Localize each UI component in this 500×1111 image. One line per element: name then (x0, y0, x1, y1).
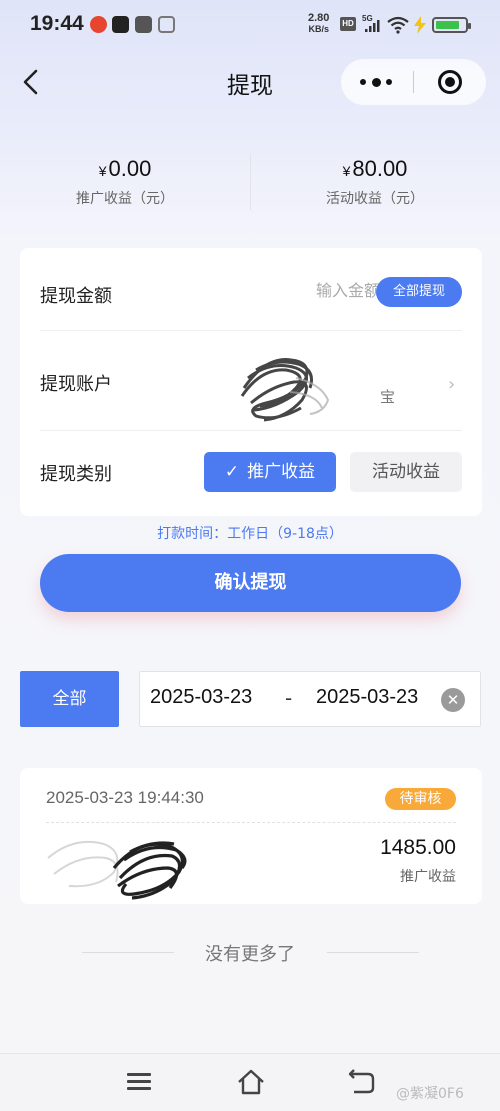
row-divider (40, 330, 462, 331)
redacted-account-scribble (240, 358, 330, 422)
net-speed-unit: KB/s (308, 24, 329, 34)
currency-symbol: ¥ (98, 163, 107, 179)
record-type: 推广收益 (400, 869, 456, 885)
type-option-activity[interactable]: 活动收益 (350, 452, 462, 492)
filter-all-button[interactable]: 全部 (20, 671, 119, 727)
flash-app-icon (135, 16, 152, 33)
battery-icon (432, 17, 471, 33)
mini-program-capsule (341, 59, 486, 105)
activity-amount: ¥80.00 (250, 156, 500, 182)
status-bar: 19:44 2.80 KB/s HD 5G (0, 0, 500, 54)
weibo-icon (90, 16, 107, 33)
date-end[interactable]: 2025-03-23 (316, 686, 418, 709)
confirm-withdraw-button[interactable]: 确认提现 (40, 554, 461, 612)
promotion-earnings: ¥0.00 推广收益（元） (0, 156, 250, 208)
pay-time-notice: 打款时间：工作日（9-18点） (157, 526, 343, 542)
check-icon: ✓ (224, 462, 240, 482)
row-divider (40, 430, 462, 431)
no-more-text: 没有更多了 (205, 944, 295, 965)
record-amount: 1485.00 (380, 836, 456, 859)
status-time: 19:44 (30, 12, 84, 35)
home-icon[interactable] (236, 1068, 266, 1096)
promotion-label: 推广收益（元） (76, 191, 174, 207)
power-saving-icon (414, 16, 426, 34)
battery-fill (436, 21, 459, 29)
target-circle-icon[interactable] (438, 70, 462, 94)
record-time: 2025-03-23 19:44:30 (46, 788, 204, 807)
currency-symbol: ¥ (342, 163, 351, 179)
date-separator: - (285, 686, 293, 710)
net-speed: 2.80 KB/s (308, 13, 329, 35)
withdraw-form-card: 提现金额 全部提现 提现账户 宝 › 提现类别 ✓ 推广收益 活动收益 (20, 248, 482, 516)
account-tail-text: 宝 (380, 388, 396, 406)
withdraw-all-button[interactable]: 全部提现 (376, 277, 462, 307)
activity-label: 活动收益（元） (326, 191, 424, 207)
document-app-icon (158, 16, 175, 33)
back-icon[interactable] (346, 1068, 376, 1096)
promotion-amount: ¥0.00 (0, 156, 250, 182)
clear-icon[interactable]: ✕ (441, 688, 465, 712)
chat-app-icon (112, 16, 129, 33)
type-option-label: 推广收益 (247, 462, 316, 482)
date-range-picker[interactable]: 2025-03-23 - 2025-03-23 ✕ (139, 671, 481, 727)
type-label: 提现类别 (40, 464, 112, 485)
promotion-amount-value: 0.00 (108, 156, 152, 181)
amount-label: 提现金额 (40, 286, 112, 307)
divider-line (327, 952, 419, 953)
capsule-divider (413, 71, 414, 93)
signal-icon: 5G (362, 14, 382, 34)
wifi-icon (387, 16, 409, 34)
redacted-record-scribble (47, 840, 187, 900)
net-speed-value: 2.80 (308, 12, 330, 24)
withdraw-record[interactable]: 2025-03-23 19:44:30 待审核 1485.00 推广收益 (20, 768, 482, 904)
activity-amount-value: 80.00 (352, 156, 408, 181)
more-dots-icon[interactable] (360, 78, 396, 87)
activity-earnings: ¥80.00 活动收益（元） (250, 156, 500, 208)
date-start[interactable]: 2025-03-23 (150, 686, 252, 709)
amount-input[interactable] (270, 281, 380, 300)
watermark: @紫凝0F6 (396, 1086, 464, 1102)
hd-badge: HD (340, 17, 356, 31)
record-divider (46, 822, 456, 823)
chevron-right-icon[interactable]: › (448, 374, 455, 395)
battery-cap (468, 23, 471, 29)
status-badge: 待审核 (385, 788, 456, 810)
type-option-promotion[interactable]: ✓ 推广收益 (204, 452, 336, 492)
menu-icon[interactable] (127, 1073, 151, 1091)
account-label: 提现账户 (40, 374, 112, 395)
